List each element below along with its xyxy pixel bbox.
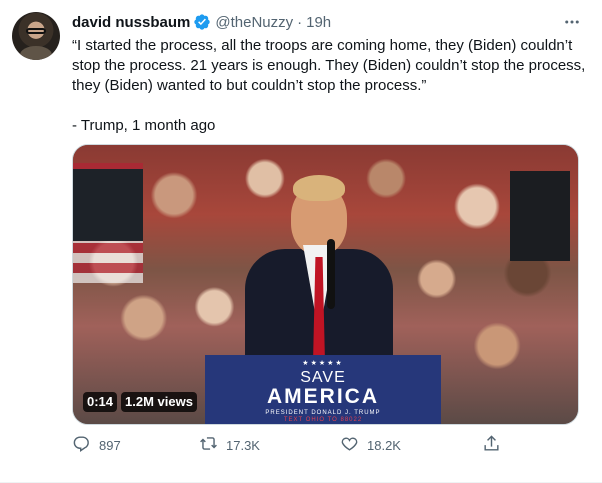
podium-america: AMERICA — [267, 385, 379, 408]
share-icon — [482, 434, 501, 456]
reply-icon — [72, 434, 91, 456]
microphone-shape — [327, 239, 335, 309]
video-thumbnail: ★★★★★ SAVE AMERICA PRESIDENT DONALD J. T… — [73, 145, 578, 424]
avatar[interactable] — [12, 12, 60, 60]
avatar-shirt — [20, 46, 52, 60]
video-player[interactable]: ★★★★★ SAVE AMERICA PRESIDENT DONALD J. T… — [72, 144, 579, 425]
retweet-count: 17.3K — [226, 437, 260, 453]
share-button[interactable] — [482, 434, 501, 456]
verified-icon — [193, 13, 211, 31]
reply-count: 897 — [99, 437, 121, 453]
podium-save: SAVE — [300, 369, 346, 386]
video-views: 1.2M views — [121, 392, 197, 412]
heart-icon — [340, 434, 359, 456]
tweet-text: “I started the process, all the troops a… — [72, 36, 587, 136]
podium-stars: ★★★★★ — [302, 360, 344, 367]
right-panel-shape — [510, 171, 570, 261]
author-name[interactable]: david nussbaum — [72, 14, 190, 31]
tweet-quote: “I started the process, all the troops a… — [72, 37, 586, 94]
video-badge: 0:14 1.2M views — [83, 392, 197, 412]
tweet-attribution: - Trump, 1 month ago — [72, 117, 216, 134]
more-icon[interactable] — [562, 12, 582, 32]
tweet-header: david nussbaum @theNuzzy · 19h — [72, 12, 331, 32]
retweet-icon — [199, 434, 218, 456]
podium-sign: ★★★★★ SAVE AMERICA PRESIDENT DONALD J. T… — [205, 355, 441, 424]
tweet-time[interactable]: 19h — [306, 14, 331, 31]
reply-button[interactable]: 897 — [72, 434, 121, 456]
left-panel-shape — [73, 169, 143, 241]
avatar-glasses — [26, 28, 46, 34]
like-button[interactable]: 18.2K — [340, 434, 401, 456]
podium-president: PRESIDENT DONALD J. TRUMP — [265, 410, 381, 416]
tweet[interactable]: david nussbaum @theNuzzy · 19h “I starte… — [0, 0, 602, 483]
author-handle[interactable]: @theNuzzy — [215, 14, 293, 31]
video-duration: 0:14 — [83, 392, 118, 412]
action-bar: 897 17.3K 18.2K — [72, 434, 502, 460]
podium-text-ohio: TEXT OHIO TO 88022 — [283, 417, 363, 423]
separator-dot: · — [297, 13, 303, 31]
like-count: 18.2K — [367, 437, 401, 453]
retweet-button[interactable]: 17.3K — [199, 434, 260, 456]
